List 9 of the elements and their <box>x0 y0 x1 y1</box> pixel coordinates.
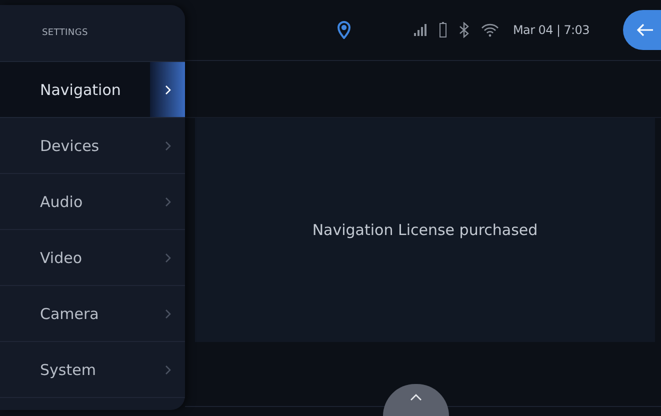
menu-item[interactable]: Camera <box>0 286 185 342</box>
message-text: Navigation License purchased <box>312 221 538 239</box>
menu-item[interactable]: Devices <box>0 118 185 174</box>
menu-item[interactable]: Navigation <box>0 62 185 118</box>
menu-item[interactable]: System <box>0 342 185 398</box>
sidebar-title: SETTINGS <box>42 28 88 38</box>
menu-item[interactable]: Video <box>0 230 185 286</box>
menu-item[interactable]: Audio <box>0 174 185 230</box>
date-time: Mar 04 | 7:03 <box>513 23 590 37</box>
